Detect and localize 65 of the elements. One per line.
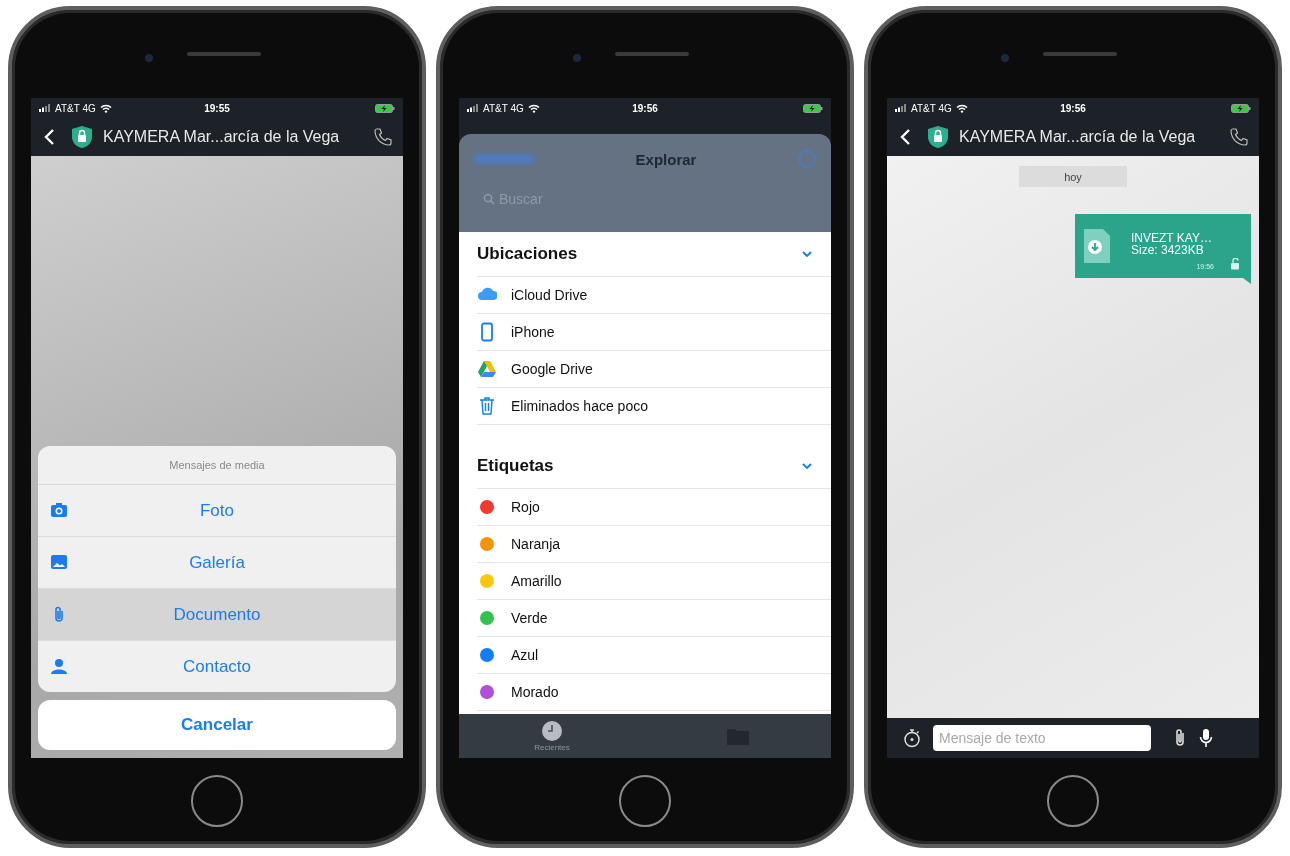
signal-icon — [39, 104, 51, 112]
clock-time: 19:56 — [1060, 102, 1086, 114]
list-item[interactable]: Rojo — [511, 499, 540, 515]
timer-icon[interactable] — [903, 728, 921, 748]
list-item[interactable]: Google Drive — [511, 361, 593, 377]
shield-lock-icon — [927, 125, 949, 149]
file-download-icon — [1083, 228, 1111, 264]
phone-icon[interactable] — [1229, 127, 1249, 147]
tab-item[interactable]: Recientes — [512, 720, 592, 752]
list-item[interactable]: iPhone — [511, 324, 555, 340]
back-chevron-icon[interactable] — [43, 128, 55, 146]
sheet-title: Mensajes de media — [38, 446, 396, 485]
home-button[interactable] — [191, 775, 243, 827]
message-input[interactable]: Mensaje de texto — [933, 725, 1151, 751]
wifi-icon — [99, 103, 112, 113]
image-icon — [50, 553, 68, 571]
camera-lens — [145, 54, 153, 62]
list-item[interactable]: Verde — [511, 610, 548, 626]
section-title: Ubicaciones — [477, 244, 578, 264]
contact-name: KAYMERA Mar...arcía de la Vega — [103, 128, 341, 146]
carrier-label: AT&T 4G — [483, 102, 524, 114]
lock-icon — [1230, 258, 1241, 270]
carrier-label: AT&T 4G — [55, 102, 96, 114]
camera-lens — [573, 54, 581, 62]
microphone-icon[interactable] — [1199, 728, 1213, 748]
camera-lens — [1001, 54, 1009, 62]
list-item[interactable]: Morado — [511, 684, 559, 700]
wifi-icon — [955, 103, 968, 113]
section-header[interactable]: Ubicaciones — [477, 232, 831, 277]
sheet-option[interactable]: Contacto — [38, 641, 396, 692]
shield-lock-icon — [71, 125, 93, 149]
home-button[interactable] — [1047, 775, 1099, 827]
clock-icon — [541, 720, 563, 742]
wifi-icon — [527, 103, 540, 113]
home-button[interactable] — [619, 775, 671, 827]
file-size: Size: 3423KB — [1131, 244, 1205, 256]
carrier-label: AT&T 4G — [911, 102, 952, 114]
phone-icon[interactable] — [373, 127, 393, 147]
paperclip-icon[interactable] — [1173, 728, 1187, 748]
battery-icon — [1231, 103, 1251, 113]
sheet-option[interactable]: Foto — [38, 485, 396, 537]
signal-icon — [895, 104, 907, 112]
browser-title: Explorar — [635, 150, 697, 168]
list-item[interactable]: iCloud Drive — [511, 287, 588, 303]
cancel-button[interactable]: Cancelar — [38, 700, 396, 750]
battery-icon — [803, 103, 823, 113]
list-item[interactable]: Naranja — [511, 536, 561, 552]
triangle-logo-icon — [477, 359, 497, 379]
contact-name: KAYMERA Mar...arcía de la Vega — [959, 128, 1197, 146]
person-icon — [50, 657, 68, 675]
search-icon — [483, 193, 495, 205]
list-item[interactable]: Eliminados hace poco — [511, 398, 648, 414]
battery-icon — [375, 103, 395, 113]
section-title: Etiquetas — [477, 456, 554, 476]
date-label: hoy — [1019, 166, 1127, 187]
list-item[interactable]: Azul — [511, 647, 539, 663]
camera-icon — [50, 501, 68, 519]
back-chevron-icon[interactable] — [899, 128, 911, 146]
signal-icon — [467, 104, 479, 112]
file-name: INVEZT KAY… — [1131, 232, 1212, 244]
clock-time: 19:55 — [204, 102, 230, 114]
clock-time: 19:56 — [632, 102, 658, 114]
section-header[interactable]: Etiquetas — [477, 444, 831, 489]
list-item[interactable]: Amarillo — [511, 573, 562, 589]
trash-icon — [477, 396, 497, 416]
